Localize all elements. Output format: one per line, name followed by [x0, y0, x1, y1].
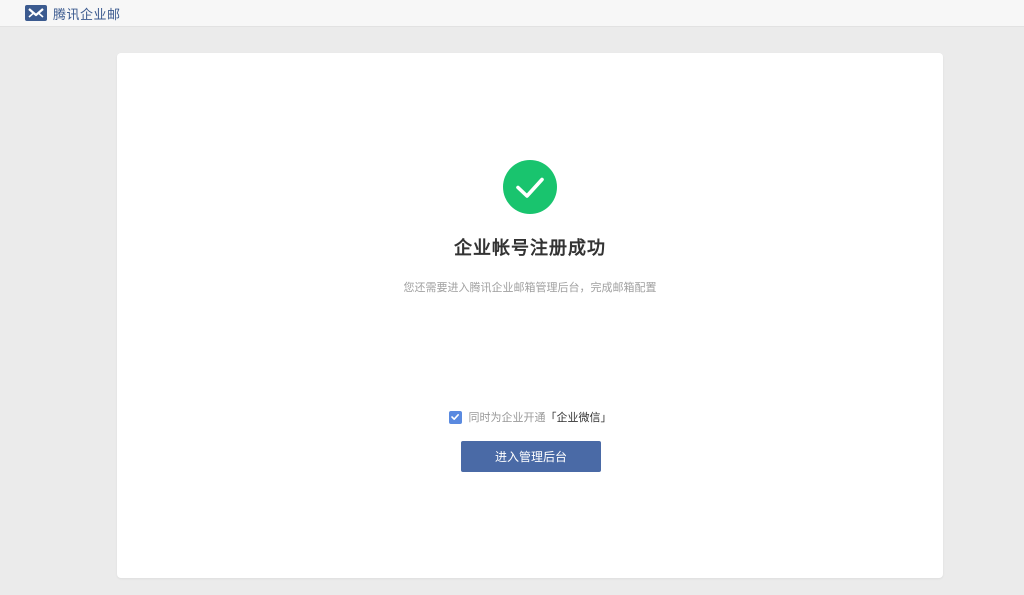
logo[interactable]: 腾讯企业邮 — [25, 4, 121, 23]
logo-text: 腾讯企业邮 — [53, 7, 121, 23]
wework-label-prefix[interactable]: 同时为企业开通 — [469, 409, 546, 425]
wework-option: 同时为企业开通 「企业微信」 — [117, 409, 943, 425]
success-subtitle: 您还需要进入腾讯企业邮箱管理后台，完成邮箱配置 — [403, 281, 657, 294]
top-bar: 腾讯企业邮 — [0, 0, 1024, 27]
wework-checkbox[interactable] — [448, 410, 462, 424]
tencent-mail-logo-icon — [25, 5, 47, 21]
success-title: 企业帐号注册成功 — [454, 238, 606, 259]
checkmark-icon — [451, 414, 459, 420]
wework-label-highlight[interactable]: 「企业微信」 — [546, 409, 612, 425]
check-circle-icon — [503, 160, 557, 214]
enter-admin-button[interactable]: 进入管理后台 — [461, 441, 601, 472]
registration-success-card: 企业帐号注册成功 您还需要进入腾讯企业邮箱管理后台，完成邮箱配置 同时为企业开通… — [117, 53, 943, 578]
